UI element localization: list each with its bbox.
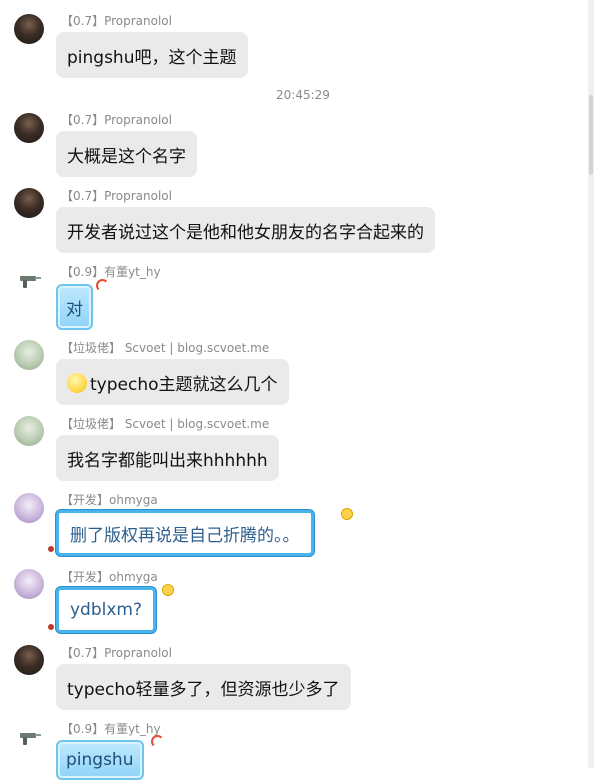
bubble-decoration-icon	[151, 735, 164, 748]
scrollbar[interactable]	[588, 0, 594, 768]
sender-name: 【0.7】Propranolol	[61, 14, 172, 28]
message-text: typecho主题就这么几个	[90, 374, 278, 395]
gun-icon	[20, 733, 41, 745]
message-bubble: pingshu	[56, 740, 144, 780]
avatar[interactable]	[14, 188, 44, 218]
message-bubble: typecho轻量多了，但资源也少多了	[56, 664, 351, 710]
avatar[interactable]	[14, 14, 44, 44]
bubble-decoration-icon	[162, 584, 174, 596]
sender-name: 【0.9】有董yt_hy	[61, 722, 161, 736]
message-bubble: pingshu吧，这个主题	[56, 32, 248, 78]
sender-name: 【垃圾佬】 Scvoet | blog.scvoet.me	[61, 341, 270, 355]
sender-name: 【垃圾佬】 Scvoet | blog.scvoet.me	[61, 417, 270, 431]
message-bubble: 我名字都能叫出来hhhhhh	[56, 435, 279, 481]
avatar[interactable]	[14, 569, 44, 599]
sender-name: 【0.9】有董yt_hy	[61, 265, 161, 279]
avatar[interactable]	[14, 722, 44, 752]
bubble-decoration-icon	[48, 624, 54, 630]
avatar[interactable]	[14, 340, 44, 370]
smiley-icon	[67, 373, 87, 393]
bubble-decoration-icon	[341, 508, 353, 520]
avatar[interactable]	[14, 645, 44, 675]
message-bubble: ydblxm?	[56, 587, 157, 633]
timestamp: 20:45:29	[276, 88, 330, 102]
avatar[interactable]	[14, 265, 44, 295]
message-bubble: 开发者说过这个是他和他女朋友的名字合起来的	[56, 207, 435, 253]
avatar[interactable]	[14, 416, 44, 446]
gun-icon	[20, 276, 41, 288]
message-bubble: typecho主题就这么几个	[56, 359, 289, 405]
avatar[interactable]	[14, 493, 44, 523]
sender-name: 【0.7】Propranolol	[61, 113, 172, 127]
message-bubble: 对	[56, 284, 93, 330]
bubble-decoration-icon	[48, 546, 54, 552]
avatar[interactable]	[14, 113, 44, 143]
bubble-decoration-icon	[96, 279, 109, 292]
sender-name: 【开发】ohmyga	[61, 570, 158, 584]
message-bubble: 删了版权再说是自己折腾的。。	[56, 510, 314, 556]
sender-name: 【0.7】Propranolol	[61, 646, 172, 660]
scrollbar-thumb[interactable]	[589, 95, 593, 175]
message-bubble: 大概是这个名字	[56, 131, 197, 177]
sender-name: 【0.7】Propranolol	[61, 189, 172, 203]
sender-name: 【开发】ohmyga	[61, 493, 158, 507]
